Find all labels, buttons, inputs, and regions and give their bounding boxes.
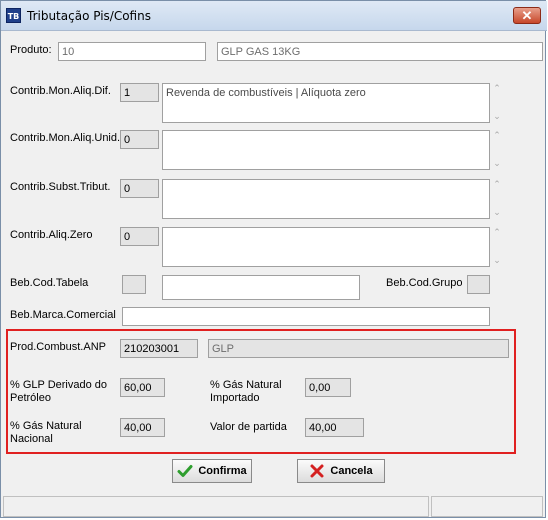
chevron-down-icon[interactable]: ⌄ (491, 207, 503, 217)
glp-derivado-label: % GLP Derivado do Petróleo (10, 379, 108, 404)
x-icon (310, 464, 324, 478)
aliq-zero-label: Contrib.Aliq.Zero (10, 229, 93, 241)
beb-cod-grupo-label: Beb.Cod.Grupo (386, 277, 463, 289)
beb-cod-tabela-text-field[interactable] (162, 275, 360, 300)
app-icon: TB (6, 8, 21, 23)
dialog-window: TB Tributação Pis/Cofins ✕ Produto: 10 G… (0, 0, 547, 518)
status-bar-right (431, 496, 543, 517)
confirma-label: Confirma (198, 465, 247, 477)
chevron-up-icon[interactable]: ⌃ (491, 130, 503, 140)
mon-aliq-unid-code-field[interactable]: 0 (120, 130, 159, 149)
status-bar-left (3, 496, 429, 517)
gas-importado-label: % Gás Natural Importado (210, 379, 282, 404)
confirma-button[interactable]: Confirma (172, 459, 252, 483)
chevron-down-icon[interactable]: ⌄ (491, 255, 503, 265)
title-bar[interactable]: TB Tributação Pis/Cofins ✕ (1, 1, 547, 31)
cancela-button[interactable]: Cancela (297, 459, 385, 483)
mon-aliq-dif-text-field[interactable]: Revenda de combustíveis | Alíquota zero (162, 83, 490, 123)
produto-name-field[interactable]: GLP GAS 13KG (217, 42, 543, 61)
subst-tribut-text-field[interactable] (162, 179, 490, 219)
gas-nacional-label: % Gás Natural Nacional (10, 420, 82, 445)
beb-marca-label: Beb.Marca.Comercial (10, 309, 116, 321)
mon-aliq-dif-label: Contrib.Mon.Aliq.Dif. (10, 85, 111, 97)
window-title: Tributação Pis/Cofins (27, 9, 151, 23)
valor-partida-field[interactable]: 40,00 (305, 418, 364, 437)
beb-cod-grupo-field[interactable] (467, 275, 490, 294)
cancela-label: Cancela (330, 465, 373, 477)
beb-marca-field[interactable] (122, 307, 490, 326)
valor-partida-label: Valor de partida (210, 421, 287, 433)
chevron-up-icon[interactable]: ⌃ (491, 83, 503, 93)
anp-label: Prod.Combust.ANP (10, 341, 106, 353)
mon-aliq-dif-code-field[interactable]: 1 (120, 83, 159, 102)
close-button[interactable]: ✕ (513, 7, 541, 24)
gas-importado-field[interactable]: 0,00 (305, 378, 351, 397)
subst-tribut-code-field[interactable]: 0 (120, 179, 159, 198)
chevron-down-icon[interactable]: ⌄ (491, 111, 503, 121)
produto-code-field[interactable]: 10 (58, 42, 206, 61)
aliq-zero-code-field[interactable]: 0 (120, 227, 159, 246)
anp-description-field[interactable]: GLP (208, 339, 509, 358)
produto-label: Produto: (10, 44, 52, 56)
mon-aliq-unid-label: Contrib.Mon.Aliq.Unid. (10, 132, 121, 144)
subst-tribut-label: Contrib.Subst.Tribut. (10, 181, 111, 193)
beb-cod-tabela-label: Beb.Cod.Tabela (10, 277, 89, 289)
chevron-down-icon[interactable]: ⌄ (491, 158, 503, 168)
check-icon (177, 465, 193, 477)
chevron-up-icon[interactable]: ⌃ (491, 179, 503, 189)
beb-cod-tabela-field[interactable] (122, 275, 146, 294)
gas-nacional-field[interactable]: 40,00 (120, 418, 165, 437)
aliq-zero-text-field[interactable] (162, 227, 490, 267)
glp-derivado-field[interactable]: 60,00 (120, 378, 165, 397)
mon-aliq-unid-text-field[interactable] (162, 130, 490, 170)
anp-code-field[interactable]: 210203001 (120, 339, 198, 358)
chevron-up-icon[interactable]: ⌃ (491, 227, 503, 237)
